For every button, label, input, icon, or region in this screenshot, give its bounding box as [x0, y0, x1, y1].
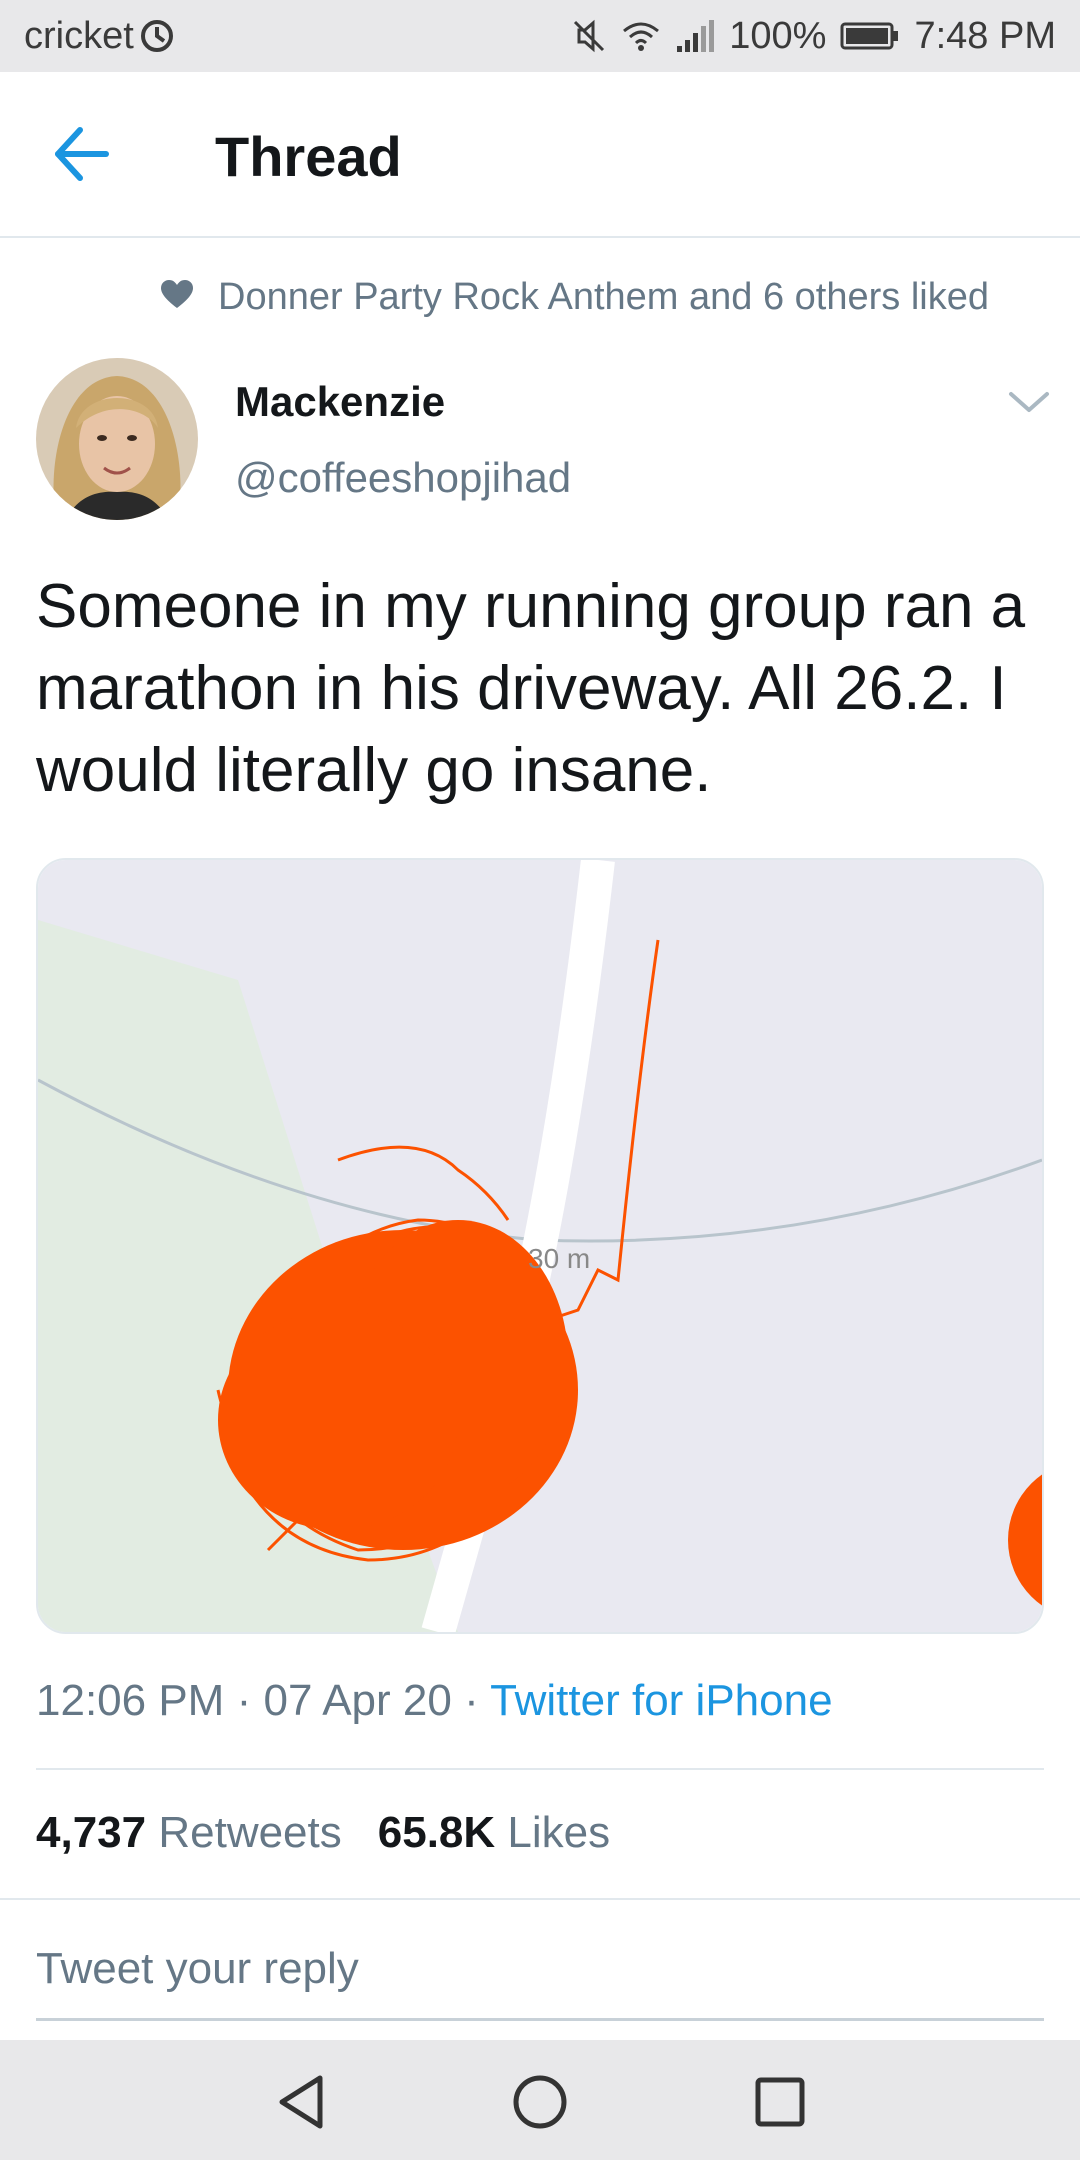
clock: 7:48 PM	[914, 14, 1056, 57]
back-button[interactable]	[48, 122, 120, 186]
tweet-media-map[interactable]: 30 m	[36, 858, 1044, 1634]
separator: ·	[464, 1676, 479, 1725]
tweet-time: 12:06 PM	[36, 1676, 225, 1725]
page-title: Thread	[215, 125, 402, 188]
author-handle[interactable]: @coffeeshopjihad	[235, 454, 571, 502]
mute-icon	[571, 18, 607, 54]
carrier-label: cricket	[24, 14, 134, 57]
wifi-icon	[621, 19, 661, 53]
retweets-count: 4,737	[36, 1808, 147, 1857]
avatar[interactable]	[36, 358, 198, 520]
square-recents-icon	[755, 2077, 805, 2127]
retweets-label: Retweets	[158, 1808, 342, 1857]
back-arrow-icon	[55, 127, 109, 181]
reply-input[interactable]: Tweet your reply	[36, 1944, 359, 1994]
social-context[interactable]: Donner Party Rock Anthem and 6 others li…	[160, 276, 989, 319]
map-scale-label: 30 m	[528, 1243, 590, 1274]
separator: ·	[236, 1676, 252, 1725]
circle-home-icon	[513, 2075, 567, 2129]
author-name[interactable]: Mackenzie	[235, 378, 445, 426]
nav-home-button[interactable]	[508, 2070, 572, 2134]
tweet-source-link[interactable]: Twitter for iPhone	[490, 1676, 832, 1725]
reply-underline	[36, 2018, 1044, 2021]
heart-icon	[160, 276, 194, 319]
divider	[36, 1768, 1044, 1770]
social-context-text: Donner Party Rock Anthem and 6 others li…	[218, 276, 989, 318]
retweets-stat[interactable]: 4,737 Retweets	[36, 1808, 342, 1858]
triangle-back-icon	[279, 2075, 323, 2129]
chevron-down-icon	[1009, 392, 1049, 412]
battery-icon	[840, 21, 900, 51]
likes-label: Likes	[507, 1808, 611, 1857]
battery-percent: 100%	[729, 14, 827, 57]
thread-header: Thread	[0, 72, 1080, 238]
navigation-bar	[0, 2040, 1080, 2160]
avatar-photo	[36, 358, 198, 520]
tweet-text: Someone in my running group ran a marath…	[36, 572, 1026, 805]
divider	[0, 1898, 1080, 1900]
likes-count: 65.8K	[377, 1808, 496, 1857]
status-bar: cricket 100% 7:48 PM	[0, 0, 1080, 72]
nav-recents-button[interactable]	[748, 2070, 812, 2134]
tweet-meta: 12:06 PM · 07 Apr 20 · Twitter for iPhon…	[36, 1676, 833, 1726]
nav-back-button[interactable]	[270, 2070, 334, 2134]
carrier-logo-icon	[140, 19, 174, 53]
map-image: 30 m	[38, 860, 1042, 1632]
signal-icon	[675, 18, 715, 54]
likes-stat[interactable]: 65.8K Likes	[378, 1808, 610, 1858]
tweet-menu-button[interactable]	[1005, 388, 1053, 418]
tweet-stats: 4,737 Retweets 65.8K Likes	[36, 1808, 610, 1858]
tweet-date: 07 Apr 20	[263, 1676, 452, 1725]
